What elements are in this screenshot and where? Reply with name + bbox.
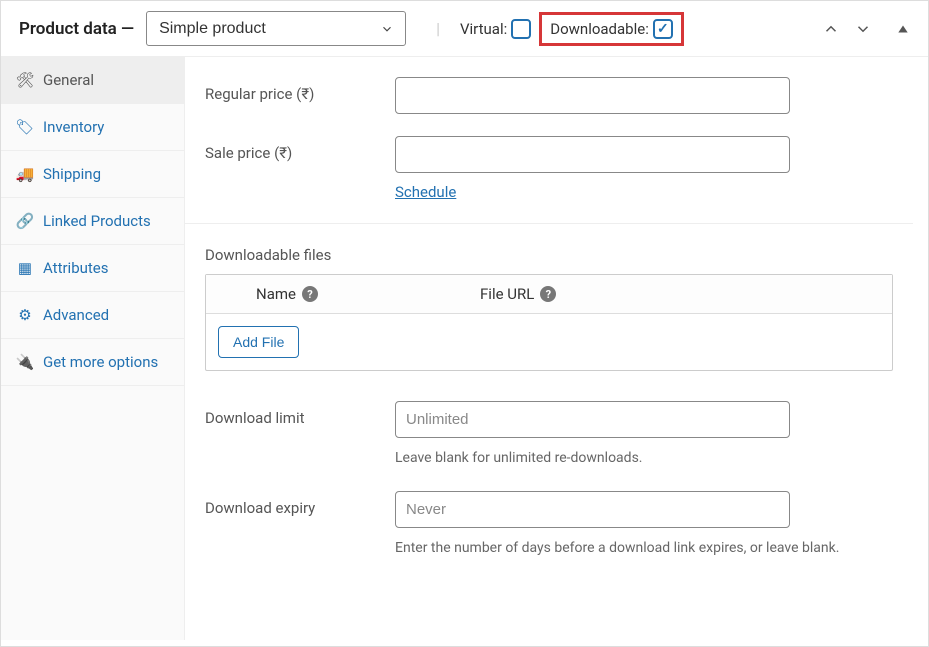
virtual-group: Virtual: xyxy=(460,19,531,39)
tab-shipping[interactable]: 🚚 Shipping xyxy=(1,151,184,198)
table-header: Name ? File URL ? xyxy=(206,275,892,314)
add-file-button[interactable]: Add File xyxy=(218,326,299,358)
tab-label: Linked Products xyxy=(43,212,151,230)
downloadable-files-label: Downloadable files xyxy=(205,246,893,264)
tab-general[interactable]: 🛠 General xyxy=(1,57,184,104)
header-controls xyxy=(822,20,910,38)
move-up-icon[interactable] xyxy=(822,20,840,38)
col-file-url: File URL ? xyxy=(466,275,570,313)
help-icon[interactable]: ? xyxy=(302,286,318,302)
col-name-text: Name xyxy=(256,285,296,303)
panel-body: 🛠 General 🏷 Inventory 🚚 Shipping 🔗 Linke… xyxy=(1,57,928,640)
panel-title: Product data — xyxy=(19,19,134,39)
tab-label: Shipping xyxy=(43,165,101,183)
help-icon[interactable]: ? xyxy=(540,286,556,302)
sale-price-label: Sale price (₹) xyxy=(205,136,395,162)
truck-icon: 🚚 xyxy=(17,165,33,183)
tab-label: Get more options xyxy=(43,353,158,371)
download-limit-help: Leave blank for unlimited re-downloads. xyxy=(395,448,855,469)
tab-advanced[interactable]: ⚙ Advanced xyxy=(1,292,184,339)
product-type-select[interactable]: Simple product xyxy=(146,11,406,46)
tab-content: Regular price (₹) Sale price (₹) Schedul… xyxy=(185,57,928,640)
collapse-icon[interactable] xyxy=(896,22,910,36)
plug-icon: 🔌 xyxy=(17,353,33,371)
tab-attributes[interactable]: ▦ Attributes xyxy=(1,245,184,292)
sale-price-row: Sale price (₹) Schedule xyxy=(205,136,893,201)
panel-header: Product data — Simple product | Virtual:… xyxy=(1,1,928,57)
gear-icon: ⚙ xyxy=(17,306,33,324)
tab-inventory[interactable]: 🏷 Inventory xyxy=(1,104,184,151)
downloadable-highlight: Downloadable: xyxy=(539,12,684,46)
tag-icon: 🏷 xyxy=(17,118,33,136)
tab-label: Advanced xyxy=(43,306,109,324)
downloadable-files-table: Name ? File URL ? Add File xyxy=(205,274,893,371)
download-expiry-help: Enter the number of days before a downlo… xyxy=(395,538,855,559)
virtual-label: Virtual: xyxy=(460,20,507,38)
col-url-text: File URL xyxy=(480,285,534,303)
move-down-icon[interactable] xyxy=(854,20,872,38)
downloadable-label: Downloadable: xyxy=(550,20,649,38)
downloadable-checkbox[interactable] xyxy=(653,19,673,39)
product-data-panel: Product data — Simple product | Virtual:… xyxy=(0,0,929,647)
download-expiry-label: Download expiry xyxy=(205,491,395,517)
download-limit-row: Download limit Leave blank for unlimited… xyxy=(205,401,893,469)
tab-get-more-options[interactable]: 🔌 Get more options xyxy=(1,339,184,386)
virtual-checkbox[interactable] xyxy=(511,19,531,39)
tab-label: General xyxy=(43,71,94,89)
download-expiry-row: Download expiry Enter the number of days… xyxy=(205,491,893,559)
regular-price-row: Regular price (₹) xyxy=(205,77,893,114)
table-footer: Add File xyxy=(206,314,892,370)
regular-price-input[interactable] xyxy=(395,77,790,114)
regular-price-label: Regular price (₹) xyxy=(205,77,395,103)
link-icon: 🔗 xyxy=(17,212,33,230)
product-type-select-wrap: Simple product xyxy=(146,11,406,46)
tab-label: Attributes xyxy=(43,259,109,277)
tab-label: Inventory xyxy=(43,118,104,136)
tab-linked-products[interactable]: 🔗 Linked Products xyxy=(1,198,184,245)
download-limit-label: Download limit xyxy=(205,401,395,427)
wrench-icon: 🛠 xyxy=(17,71,33,89)
col-name: Name ? xyxy=(206,275,466,313)
download-limit-input[interactable] xyxy=(395,401,790,438)
sale-price-input[interactable] xyxy=(395,136,790,173)
divider xyxy=(185,223,913,224)
schedule-link[interactable]: Schedule xyxy=(395,183,456,201)
download-expiry-input[interactable] xyxy=(395,491,790,528)
calendar-icon: ▦ xyxy=(17,259,33,277)
tabs-sidebar: 🛠 General 🏷 Inventory 🚚 Shipping 🔗 Linke… xyxy=(1,57,185,640)
